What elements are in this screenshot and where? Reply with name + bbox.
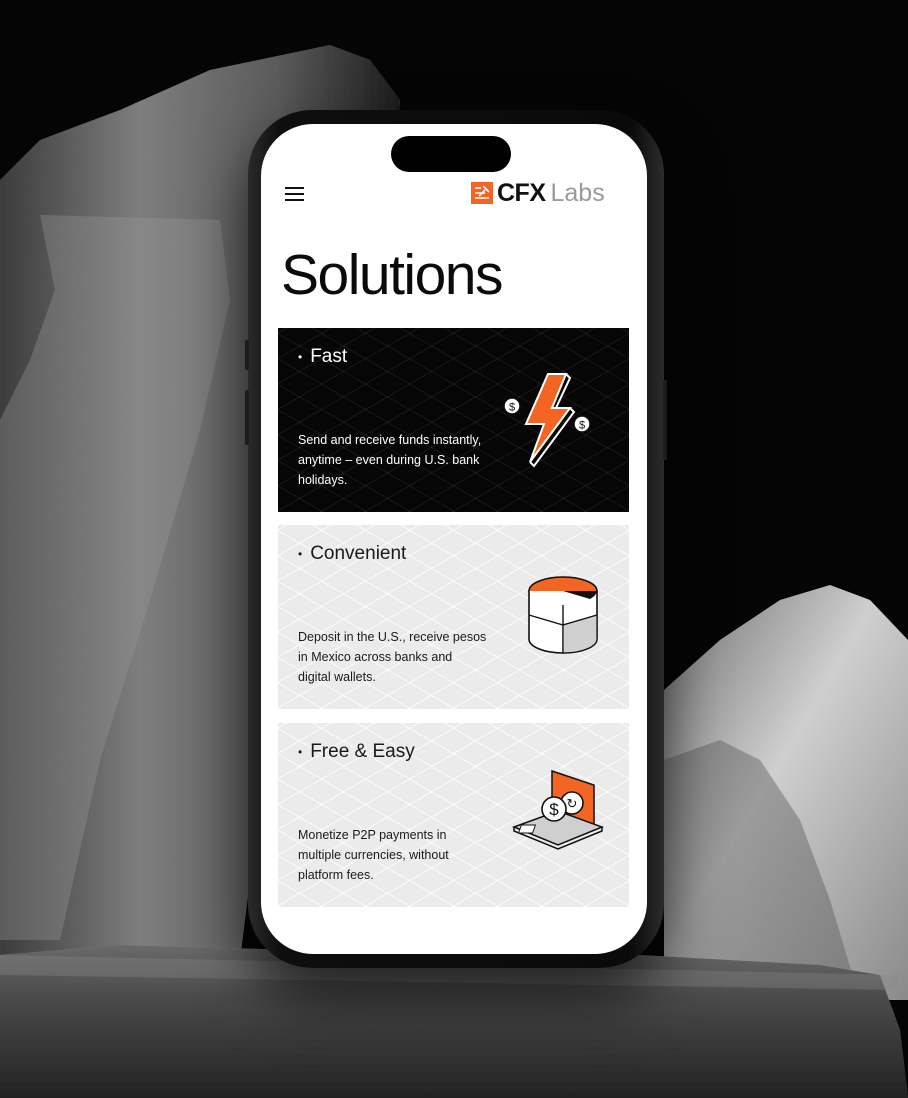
card-description: Monetize P2P payments in multiple curren… bbox=[298, 828, 449, 882]
card-title: Fast bbox=[310, 346, 348, 367]
card-description: Deposit in the U.S., receive pesos in Me… bbox=[298, 630, 487, 684]
solution-card-convenient[interactable]: • Convenient Deposit in the U.S., receiv… bbox=[278, 525, 629, 709]
bullet-icon: • bbox=[298, 350, 303, 364]
card-heading: • Fast bbox=[298, 346, 347, 368]
pie-cylinder-icon bbox=[528, 576, 598, 654]
coin-transfer-icon: ↻ $ bbox=[511, 769, 605, 850]
bullet-icon: • bbox=[298, 745, 303, 759]
dynamic-island bbox=[391, 136, 511, 172]
phone-screen: CFX Labs Solutions • Fast Send and recei… bbox=[261, 124, 647, 954]
bullet-icon: • bbox=[298, 547, 303, 561]
brand-logo[interactable]: CFX Labs bbox=[471, 176, 605, 210]
solution-card-free-easy[interactable]: • Free & Easy Monetize P2P payments in m… bbox=[278, 723, 629, 907]
card-heading: • Convenient bbox=[298, 543, 406, 565]
solution-card-fast[interactable]: • Fast Send and receive funds instantly,… bbox=[278, 328, 629, 512]
hamburger-menu-icon[interactable] bbox=[283, 184, 307, 204]
side-button bbox=[245, 390, 249, 445]
page-title: Solutions bbox=[281, 243, 504, 307]
svg-text:$: $ bbox=[549, 800, 559, 819]
logo-brand-text: CFX bbox=[497, 178, 546, 207]
lightning-dollar-icon: $ $ bbox=[503, 373, 591, 468]
card-heading: • Free & Easy bbox=[298, 741, 415, 763]
logo-mark-icon bbox=[471, 182, 493, 204]
card-title: Convenient bbox=[310, 543, 407, 564]
logo-suffix-text: Labs bbox=[550, 178, 605, 207]
svg-text:$: $ bbox=[509, 402, 515, 414]
card-title: Free & Easy bbox=[310, 741, 415, 762]
phone-device: CFX Labs Solutions • Fast Send and recei… bbox=[245, 110, 667, 968]
svg-text:$: $ bbox=[579, 420, 585, 432]
svg-text:↻: ↻ bbox=[567, 796, 578, 811]
side-button bbox=[245, 340, 249, 370]
side-button bbox=[663, 380, 667, 460]
card-description: Send and receive funds instantly, anytim… bbox=[298, 433, 482, 487]
